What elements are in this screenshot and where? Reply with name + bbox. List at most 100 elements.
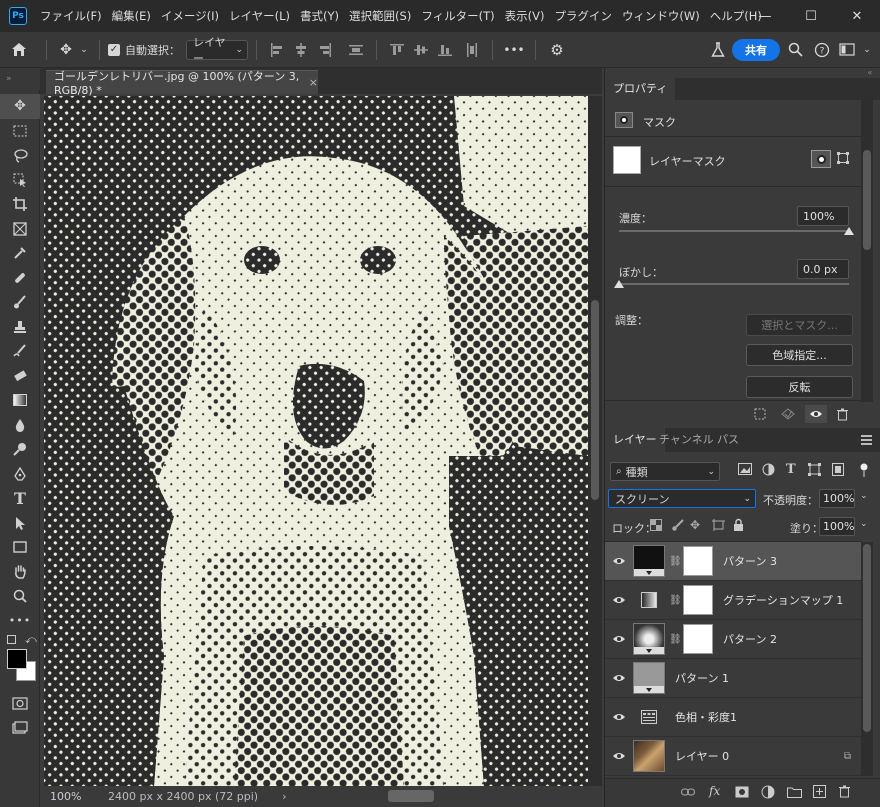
mask-link-icon[interactable]: ⛓	[669, 556, 682, 567]
lasso-tool-icon[interactable]	[0, 143, 40, 168]
visibility-eye-icon[interactable]	[605, 595, 633, 605]
flask-icon[interactable]	[704, 38, 732, 62]
lock-position-icon[interactable]: ✥	[690, 518, 700, 532]
tab-layers[interactable]: レイヤー	[605, 428, 665, 452]
filter-smart-object-icon[interactable]	[832, 463, 848, 479]
align-left-icon[interactable]	[268, 41, 286, 59]
tab-paths[interactable]: パス	[717, 428, 739, 452]
layer-row-pattern-1[interactable]: パターン 1	[605, 659, 861, 698]
tab-properties[interactable]: プロパティ	[605, 78, 676, 100]
blend-mode-dropdown[interactable]: スクリーン ⌄	[608, 489, 756, 508]
density-input[interactable]: 100%	[797, 206, 849, 226]
layer-filter-dropdown[interactable]: ⌕ 種類 ⌄	[610, 462, 720, 481]
lock-transparent-icon[interactable]	[650, 519, 662, 534]
fill-input[interactable]: 100%	[819, 517, 855, 536]
marquee-tool-icon[interactable]	[0, 119, 40, 144]
rectangle-tool-icon[interactable]	[0, 535, 40, 560]
search-icon[interactable]	[780, 38, 810, 62]
menu-view[interactable]: 表示(V)	[500, 8, 550, 24]
zoom-tool-icon[interactable]	[0, 584, 40, 609]
close-document-icon[interactable]: ×	[309, 76, 318, 89]
disable-mask-eye-icon[interactable]	[805, 405, 827, 423]
canvas[interactable]	[44, 96, 588, 786]
menu-plugins[interactable]: プラグイン	[549, 8, 617, 24]
align-bottom-icon[interactable]	[436, 41, 454, 59]
align-middle-v-icon[interactable]	[412, 41, 430, 59]
menu-filter[interactable]: フィルター(T)	[416, 8, 499, 24]
layer-row-gradient-map-1[interactable]: ⛓ グラデーションマップ 1	[605, 581, 861, 620]
layer-row-pattern-2[interactable]: ⛓ パターン 2	[605, 620, 861, 659]
menu-image[interactable]: イメージ(I)	[156, 8, 224, 24]
status-chevron-icon[interactable]: ›	[282, 790, 286, 803]
layers-panel-menu-icon[interactable]	[861, 435, 872, 445]
tab-channels[interactable]: チャンネル	[659, 428, 714, 452]
brush-tool-icon[interactable]	[0, 290, 40, 315]
layer-row-pattern-3[interactable]: ⛓ パターン 3	[605, 542, 861, 581]
pixel-mask-button[interactable]	[811, 150, 831, 168]
eraser-tool-icon[interactable]	[0, 364, 40, 389]
mask-link-icon[interactable]: ⛓	[669, 595, 682, 606]
menu-window[interactable]: ウィンドウ(W)	[617, 8, 705, 24]
layer-mask-thumbnail[interactable]	[613, 146, 641, 174]
density-slider-knob[interactable]	[844, 227, 854, 235]
new-layer-icon[interactable]	[813, 785, 826, 801]
select-and-mask-button[interactable]: 選択とマスク...	[746, 314, 853, 336]
help-icon[interactable]: ?	[810, 38, 834, 62]
visibility-eye-icon[interactable]	[605, 751, 633, 761]
opacity-input[interactable]: 100%	[819, 489, 855, 508]
workspace-icon[interactable]	[834, 38, 860, 62]
distribute-vertical-icon[interactable]	[347, 41, 365, 59]
gradient-tool-icon[interactable]	[0, 388, 40, 413]
layer-row-hue-saturation-1[interactable]: 色相・彩度1	[605, 698, 861, 737]
path-selection-tool-icon[interactable]	[0, 511, 40, 536]
align-top-icon[interactable]	[388, 41, 406, 59]
close-window-button[interactable]: ✕	[834, 0, 880, 32]
move-tool-icon[interactable]: ✥	[55, 38, 77, 62]
load-selection-icon[interactable]	[751, 406, 769, 422]
distribute-horizontal-icon[interactable]	[463, 41, 481, 59]
history-brush-tool-icon[interactable]	[0, 339, 40, 364]
eyedropper-tool-icon[interactable]	[0, 241, 40, 266]
share-button[interactable]: 共有	[732, 38, 780, 61]
menu-select[interactable]: 選択範囲(S)	[344, 8, 416, 24]
color-range-button[interactable]: 色域指定...	[746, 344, 853, 366]
swap-colors-icon[interactable]: ⤺	[25, 633, 37, 647]
layer-row-layer-0[interactable]: レイヤー 0 ⧉	[605, 737, 861, 776]
new-adjustment-layer-icon[interactable]	[761, 785, 775, 802]
chevron-down-icon[interactable]: ⌄	[860, 38, 874, 62]
edit-toolbar-icon[interactable]: •••	[0, 609, 40, 634]
add-mask-icon[interactable]	[735, 786, 749, 801]
link-layers-icon[interactable]	[681, 787, 695, 800]
more-options-icon[interactable]: •••	[501, 38, 527, 62]
object-selection-tool-icon[interactable]	[0, 168, 40, 193]
foreground-color-swatch[interactable]	[7, 649, 27, 669]
filter-toggle-icon[interactable]	[860, 463, 872, 479]
visibility-eye-icon[interactable]	[605, 634, 633, 644]
auto-select-target-dropdown[interactable]: レイヤー ⌄	[186, 36, 248, 65]
dodge-tool-icon[interactable]	[0, 437, 40, 462]
mask-link-icon[interactable]: ⛓	[669, 634, 682, 645]
layer-mask-thumb[interactable]	[683, 624, 713, 654]
chevron-down-icon[interactable]: ⌄	[860, 519, 868, 529]
layer-effects-button[interactable]: fx	[709, 784, 720, 798]
gear-icon[interactable]: ⚙	[544, 38, 570, 62]
delete-mask-icon[interactable]	[833, 406, 851, 422]
canvas-horizontal-scroll-thumb[interactable]	[388, 790, 434, 802]
filter-shape-icon[interactable]	[808, 463, 824, 479]
vector-mask-button[interactable]	[835, 150, 853, 168]
delete-layer-icon[interactable]	[839, 785, 850, 801]
chevron-down-icon[interactable]: ⌄	[860, 491, 868, 501]
filter-type-icon[interactable]: T	[786, 462, 802, 478]
document-tab[interactable]: ゴールデンレトリバー.jpg @ 100% (パターン 3, RGB/8) * …	[46, 70, 318, 97]
canvas-vertical-scroll-thumb[interactable]	[591, 300, 599, 500]
feather-slider-knob[interactable]	[614, 280, 624, 288]
apply-mask-icon[interactable]	[779, 406, 797, 422]
clone-stamp-tool-icon[interactable]	[0, 315, 40, 340]
density-slider-track[interactable]	[619, 230, 849, 232]
quick-mask-icon[interactable]	[0, 691, 40, 716]
chevron-down-icon[interactable]: ⌄	[77, 38, 91, 62]
new-group-icon[interactable]	[787, 786, 802, 801]
invert-button[interactable]: 反転	[746, 376, 853, 398]
lock-artboard-icon[interactable]	[712, 519, 725, 534]
lock-all-icon[interactable]	[733, 518, 744, 534]
